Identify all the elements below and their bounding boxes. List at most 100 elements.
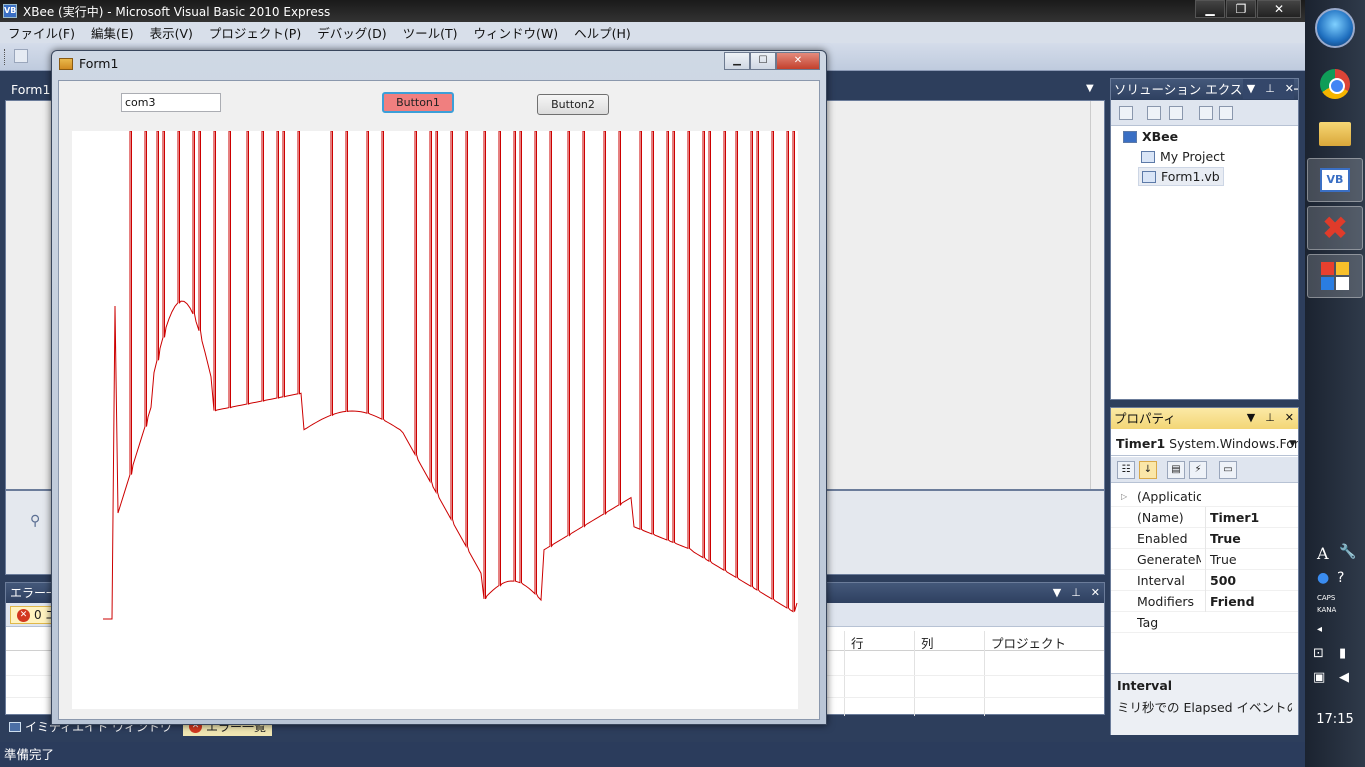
form1-window-controls: ▁ ☐ ✕ [724,52,820,70]
minimize-button[interactable]: ▁ [1195,0,1225,18]
form-icon [59,57,73,70]
panel-dropdown-icon[interactable]: ▼ [1053,583,1061,603]
property-value[interactable]: 500 [1205,570,1297,591]
button2[interactable]: Button2 [537,94,609,115]
panel-dropdown-icon[interactable]: ▼ [1247,408,1255,428]
taskbar-explorer[interactable] [1307,112,1363,156]
form-file-icon [1142,170,1156,183]
pin-icon[interactable]: ⊥ [1265,79,1275,99]
start-button[interactable] [1307,6,1363,50]
menu-view[interactable]: 表示(V) [142,23,201,42]
panel-close-icon[interactable]: ✕ [1285,79,1294,99]
restore-button[interactable]: ❐ [1226,0,1256,18]
taskbar-vb-express[interactable]: VB [1307,158,1363,202]
menu-window[interactable]: ウィンドウ(W) [466,23,567,42]
description-icon[interactable]: ▭ [1219,461,1237,479]
status-text: 準備完了 [4,747,55,762]
clock[interactable]: 17:15 [1305,712,1365,727]
x-app-icon: ✖ [1321,209,1349,247]
refresh-icon[interactable] [1169,106,1183,120]
properties-header: プロパティ ▼ ⊥ ✕ [1111,408,1298,429]
properties-icon[interactable] [1119,106,1133,120]
taskbar-chrome[interactable] [1307,62,1363,106]
view-code-icon[interactable] [1199,106,1213,120]
property-name: Tag [1137,615,1159,630]
sensor-plot-line [103,131,798,620]
property-name: (Name) [1137,510,1184,525]
wrench-icon[interactable]: 🔧 [1339,544,1356,560]
tree-item-form1[interactable]: Form1.vb [1138,167,1224,186]
panel-dropdown-icon[interactable]: ▼ [1247,79,1255,99]
new-project-icon[interactable] [14,49,28,63]
object-selector[interactable]: Timer1 System.Windows.Forms.Timer ▼ [1111,432,1298,456]
categorized-icon[interactable]: ☷ [1117,461,1135,479]
com-port-input[interactable] [121,93,221,112]
property-description: Interval ミリ秒での Elapsed イベントの頻度です。 [1111,673,1298,735]
expand-icon[interactable]: ▷ [1121,486,1127,507]
show-hidden-icons-icon[interactable]: ◂ [1317,624,1322,635]
ime-mode[interactable]: A [1317,544,1329,563]
property-row[interactable]: Tag [1111,612,1298,633]
pin-icon[interactable]: ⊥ [1265,408,1275,428]
property-row[interactable]: Interval 500 [1111,570,1298,591]
description-text: ミリ秒での Elapsed イベントの頻度です。 [1117,700,1292,715]
tree-item-project[interactable]: XBee [1123,129,1178,144]
property-value[interactable]: True [1205,549,1297,570]
property-name: GenerateMember [1137,552,1201,567]
property-pages-icon[interactable]: ▤ [1167,461,1185,479]
column-project[interactable]: プロジェクト [991,633,1066,652]
form1-window: Form1 ▁ ☐ ✕ Button1 Button2 [51,50,827,725]
volume-icon[interactable]: ◀ [1339,670,1349,685]
object-type: System.Windows.Forms.Timer [1169,436,1298,451]
status-bar: 準備完了 [0,742,1305,767]
windows-taskbar: VB ✖ A 🔧 ● ? CAPS KANA ◂ ⊡ ▮ ▣ ◀ 17:15 [1305,0,1365,767]
menu-file[interactable]: ファイル(F) [0,23,83,42]
events-icon[interactable]: ⚡ [1189,461,1207,479]
ime-pad-icon[interactable]: ● [1317,570,1329,586]
column-line[interactable]: 行 [851,633,864,652]
form1-title: Form1 [79,56,119,71]
usb-icon[interactable]: ▣ [1313,670,1325,685]
ide-title: XBee (実行中) - Microsoft Visual Basic 2010… [23,4,331,19]
taskbar-xctu[interactable]: ✖ [1307,206,1363,250]
form1-titlebar[interactable]: Form1 ▁ ☐ ✕ [52,51,826,76]
designer-scrollbar[interactable] [1090,101,1104,489]
menu-debug[interactable]: デバッグ(D) [309,23,394,42]
property-row[interactable]: Enabled True [1111,528,1298,549]
menu-help[interactable]: ヘルプ(H) [566,23,639,42]
pin-icon[interactable]: ⊥ [1071,583,1081,603]
property-value[interactable]: True [1205,528,1297,549]
alphabetical-icon[interactable]: ↓ [1139,461,1157,479]
show-all-files-icon[interactable] [1147,106,1161,120]
solution-explorer-panel: ソリューション エクスプローラー ▼ ⊥ ✕ XBee My Project F… [1110,78,1299,400]
close-button[interactable]: ✕ [776,52,820,70]
power-icon[interactable]: ▮ [1339,646,1346,661]
property-value[interactable]: Timer1 [1205,507,1297,528]
taskbar-form1[interactable] [1307,254,1363,298]
property-value[interactable]: Friend [1205,591,1297,612]
property-row[interactable]: (Name) Timer1 [1111,507,1298,528]
property-row[interactable]: GenerateMember True [1111,549,1298,570]
close-button[interactable]: ✕ [1257,0,1301,18]
help-icon[interactable]: ? [1337,570,1344,586]
property-row[interactable]: Modifiers Friend [1111,591,1298,612]
menu-edit[interactable]: 編集(E) [83,23,142,42]
doc-list-dropdown-icon[interactable]: ▼ [1086,83,1094,94]
panel-close-icon[interactable]: ✕ [1285,408,1294,428]
chevron-down-icon[interactable]: ▼ [1289,432,1296,455]
view-designer-icon[interactable] [1219,106,1233,120]
immediate-window-icon [9,721,21,732]
maximize-button[interactable]: ☐ [750,52,776,70]
toolbar-grip[interactable] [4,49,7,65]
timer-component-icon[interactable]: ⚲ [30,513,40,529]
property-row[interactable]: ▷ (ApplicationSettings) [1111,486,1298,507]
menu-project[interactable]: プロジェクト(P) [201,23,309,42]
tree-item-my-project[interactable]: My Project [1141,149,1225,164]
column-column[interactable]: 列 [921,633,934,652]
panel-close-icon[interactable]: ✕ [1091,583,1100,603]
network-icon[interactable]: ⊡ [1313,646,1324,661]
button1[interactable]: Button1 [382,92,454,113]
menu-tools[interactable]: ツール(T) [395,23,466,42]
properties-toolbar: ☷ ↓ ▤ ⚡ ▭ [1111,457,1298,483]
minimize-button[interactable]: ▁ [724,52,750,70]
